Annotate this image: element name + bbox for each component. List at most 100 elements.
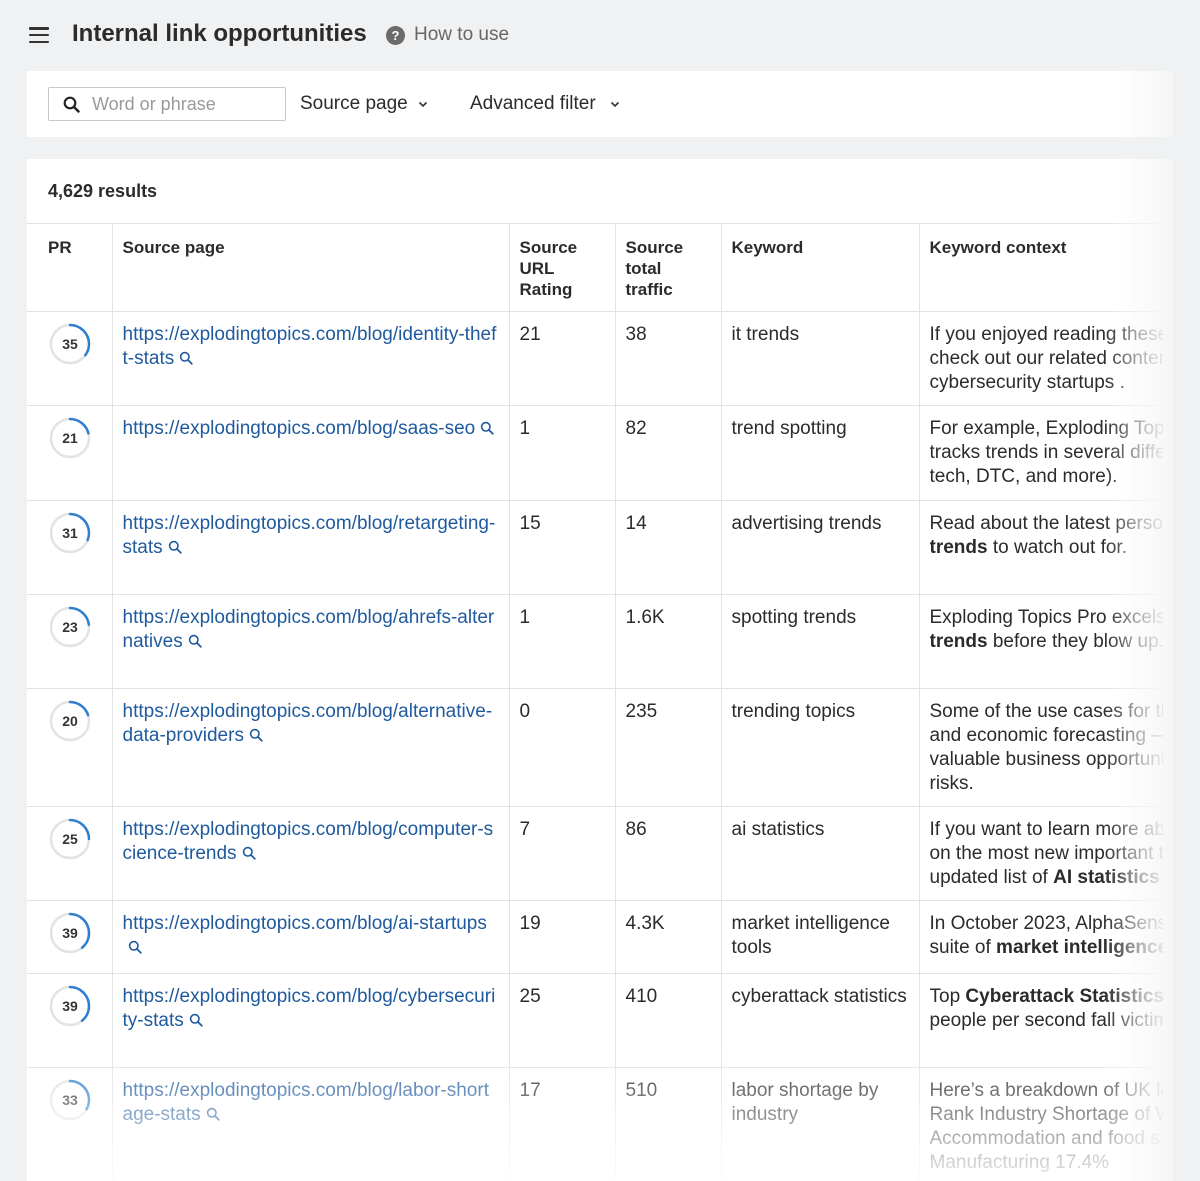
pr-value: 39	[62, 998, 78, 1014]
pr-value: 23	[62, 619, 78, 635]
traffic-cell: 510	[615, 1067, 722, 1181]
results-count: 4,629 results	[48, 181, 158, 201]
column-header-traffic[interactable]: Source total traffic	[615, 223, 722, 312]
table-row: 21 https://explodingtopics.com/blog/saas-…	[27, 405, 1173, 501]
keyword-context-line: updated list of AI statistics .	[930, 866, 1164, 890]
magnifier-icon[interactable]	[189, 1013, 203, 1027]
keyword-cell: spotting trends	[721, 594, 920, 689]
pr-cell: 25	[27, 806, 113, 901]
source-page-cell: https://explodingtopics.com/blog/compute…	[112, 806, 510, 901]
magnifier-icon[interactable]	[128, 940, 142, 954]
keyword-context-line: Rank Industry Shortage of W	[930, 1103, 1164, 1127]
keyword-context-cell: For example, Exploding Topics tracks tren…	[919, 405, 1173, 501]
hamburger-menu-icon[interactable]	[29, 27, 49, 44]
table-row: 35 https://explodingtopics.com/blog/ident…	[27, 311, 1173, 406]
keyword-context-line: tracks trends in several different	[930, 441, 1164, 465]
source-page-cell: https://explodingtopics.com/blog/ai-star…	[112, 900, 510, 974]
traffic-cell: 86	[615, 806, 722, 901]
pr-cell: 20	[27, 688, 113, 807]
keyword-context-line: on the most new important to	[930, 842, 1164, 866]
search-icon	[63, 96, 80, 113]
keyword-context-line: In October 2023, AlphaSense	[930, 912, 1164, 936]
filter-bar: Source page Advanced filter	[27, 71, 1173, 137]
url-rating-cell: 7	[509, 806, 616, 901]
keyword-context-text: Here’s a breakdown of UK labor	[929, 1080, 1164, 1101]
keyword-highlight: Cyberattack Statistics	[965, 986, 1163, 1007]
keyword-cell: advertising trends	[721, 500, 920, 595]
results-panel: 4,629 results PR Source page Source URL …	[27, 159, 1173, 1181]
keyword-context-text: people per second fall victim	[929, 1010, 1164, 1031]
source-page-dropdown[interactable]: Source page	[300, 93, 428, 115]
question-mark-icon: ?	[386, 25, 405, 45]
pr-cell: 33	[27, 1067, 113, 1181]
magnifier-icon[interactable]	[206, 1107, 220, 1121]
table-body: 35 https://explodingtopics.com/blog/ident…	[27, 311, 1173, 1181]
keyword-context-text: before they blow up.	[987, 631, 1163, 652]
source-page-link[interactable]: https://explodingtopics.com/blog/alterna…	[123, 701, 493, 746]
source-page-link[interactable]: https://explodingtopics.com/blog/labor-s…	[123, 1080, 489, 1125]
source-page-link[interactable]: https://explodingtopics.com/blog/ai-star…	[123, 913, 487, 934]
keyword-context-cell: Top Cyberattack Statistics people per sec…	[919, 973, 1173, 1068]
keyword-context-text: In October 2023, AlphaSense	[929, 913, 1164, 934]
pr-ring: 21	[48, 416, 92, 460]
keyword-context-line: Manufacturing 17.4%	[930, 1151, 1164, 1175]
url-rating-cell: 1	[509, 405, 616, 501]
keyword-context-line: tech, DTC, and more).	[930, 465, 1164, 489]
advanced-filter-dropdown[interactable]: Advanced filter	[470, 93, 620, 115]
keyword-context-text: Accommodation and food s	[929, 1128, 1160, 1149]
search-input[interactable]	[92, 93, 272, 115]
url-rating-cell: 25	[509, 973, 616, 1068]
traffic-cell: 235	[615, 688, 722, 807]
keyword-context-text: check out our related content	[929, 348, 1164, 369]
magnifier-icon[interactable]	[249, 728, 263, 742]
source-page-cell: https://explodingtopics.com/blog/identit…	[112, 311, 510, 406]
table-header-row: PR Source page Source URL Rating Source …	[27, 223, 1173, 312]
keyword-context-text: For example, Exploding Topics	[929, 418, 1164, 439]
column-header-keyword[interactable]: Keyword	[721, 223, 920, 312]
source-page-cell: https://explodingtopics.com/blog/cyberse…	[112, 973, 510, 1068]
column-header-pr[interactable]: PR	[27, 223, 113, 312]
source-page-link[interactable]: https://explodingtopics.com/blog/compute…	[123, 819, 494, 864]
url-rating-cell: 15	[509, 500, 616, 595]
traffic-cell: 14	[615, 500, 722, 595]
table-row: 31 https://explodingtopics.com/blog/retar…	[27, 500, 1173, 595]
magnifier-icon[interactable]	[179, 351, 193, 365]
keyword-context-cell: If you enjoyed reading these check out ou…	[919, 311, 1173, 406]
keyword-context-line: For example, Exploding Topics	[930, 417, 1164, 441]
keyword-context-cell: In October 2023, AlphaSense suite of mark…	[919, 900, 1173, 974]
column-header-keyword-context[interactable]: Keyword context	[919, 223, 1173, 312]
keyword-context-text: Top	[929, 986, 966, 1007]
traffic-cell: 38	[615, 311, 722, 406]
search-box[interactable]	[48, 87, 286, 121]
source-page-link[interactable]: https://explodingtopics.com/blog/cyberse…	[123, 986, 496, 1031]
source-page-link[interactable]: https://explodingtopics.com/blog/ahrefs-…	[123, 607, 495, 652]
keyword-context-cell: Read about the latest personal trends to …	[919, 500, 1173, 595]
pr-ring: 23	[48, 605, 92, 649]
pr-ring: 31	[48, 511, 92, 555]
keyword-context-line: valuable business opportunities	[930, 748, 1164, 772]
how-to-use-link[interactable]: ? How to use	[386, 24, 509, 46]
traffic-cell: 410	[615, 973, 722, 1068]
column-header-source-page[interactable]: Source page	[112, 223, 510, 312]
keyword-context-cell: Some of the use cases for this and econom…	[919, 688, 1173, 807]
keyword-context-line: and economic forecasting —	[930, 724, 1164, 748]
pr-value: 35	[62, 336, 78, 352]
column-header-url-rating[interactable]: Source URL Rating	[509, 223, 616, 312]
magnifier-icon[interactable]	[188, 634, 202, 648]
keyword-context-line: Here’s a breakdown of UK labor	[930, 1079, 1164, 1103]
table-row: 20 https://explodingtopics.com/blog/alter…	[27, 688, 1173, 807]
keyword-context-line: Some of the use cases for this	[930, 700, 1164, 724]
keyword-highlight: trends	[929, 631, 988, 652]
keyword-context-cell: If you want to learn more about on the mo…	[919, 806, 1173, 901]
magnifier-icon[interactable]	[480, 421, 494, 435]
page-header: Internal link opportunities ? How to use	[0, 0, 1200, 70]
keyword-context-line: If you enjoyed reading these	[930, 323, 1164, 347]
magnifier-icon[interactable]	[242, 846, 256, 860]
keyword-context-text: tech, DTC, and more).	[929, 466, 1118, 487]
keyword-context-line: Top Cyberattack Statistics	[930, 985, 1164, 1009]
source-page-cell: https://explodingtopics.com/blog/alterna…	[112, 688, 510, 807]
keyword-context-line: risks.	[930, 772, 1164, 796]
source-page-link[interactable]: https://explodingtopics.com/blog/saas-se…	[123, 418, 476, 439]
magnifier-icon[interactable]	[168, 540, 182, 554]
results-table: PR Source page Source URL Rating Source …	[27, 223, 1173, 1181]
